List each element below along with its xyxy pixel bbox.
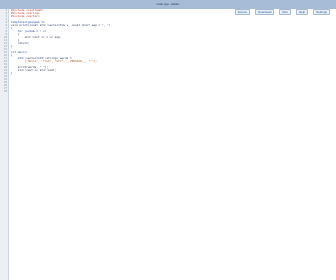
code-editor[interactable]: #include <iostream> #include <string> #inc… [11,9,331,93]
window-title: main.cpp - Editor [156,2,180,6]
title-bar: main.cpp - Editor [0,0,336,9]
line-number: 28 [3,90,7,93]
line-number-gutter: 1 2 3 4 5 6 7 8 9 10 11 12 13 14 15 16 17 18 19 20 21 22 23 24 2… [0,9,9,280]
